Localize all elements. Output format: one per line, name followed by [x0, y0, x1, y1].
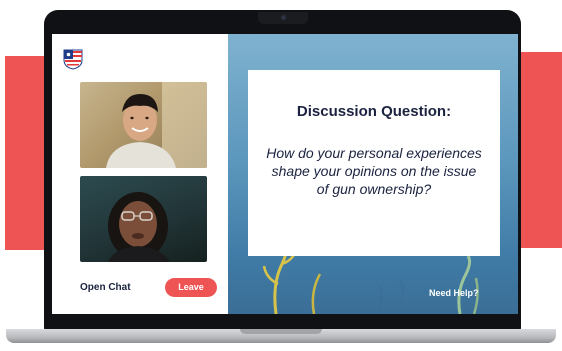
camera-notch: [258, 12, 308, 24]
participant-silhouette-2: [108, 192, 170, 262]
discussion-heading: Discussion Question:: [296, 103, 452, 120]
participant-silhouette-1: [106, 82, 207, 168]
discussion-question-text: How do your personal experiences shape y…: [266, 145, 482, 197]
open-chat-link[interactable]: Open Chat: [80, 282, 131, 293]
participant-video-2: [80, 176, 207, 262]
decorative-red-band-right: [521, 52, 562, 248]
us-flag-shield-logo-icon: [63, 49, 83, 70]
discussion-panel: Discussion Question: How do your persona…: [228, 34, 518, 314]
laptop-base-notch: [240, 329, 322, 334]
app-screen: Open Chat Leave Discussion Question: How…: [52, 34, 518, 314]
participant-video-1: [80, 82, 207, 168]
discussion-question-card: Discussion Question: How do your persona…: [248, 70, 500, 256]
need-help-link[interactable]: Need Help?: [429, 288, 479, 298]
leave-button[interactable]: Leave: [165, 278, 217, 297]
video-sidebar: Open Chat Leave: [52, 34, 228, 314]
